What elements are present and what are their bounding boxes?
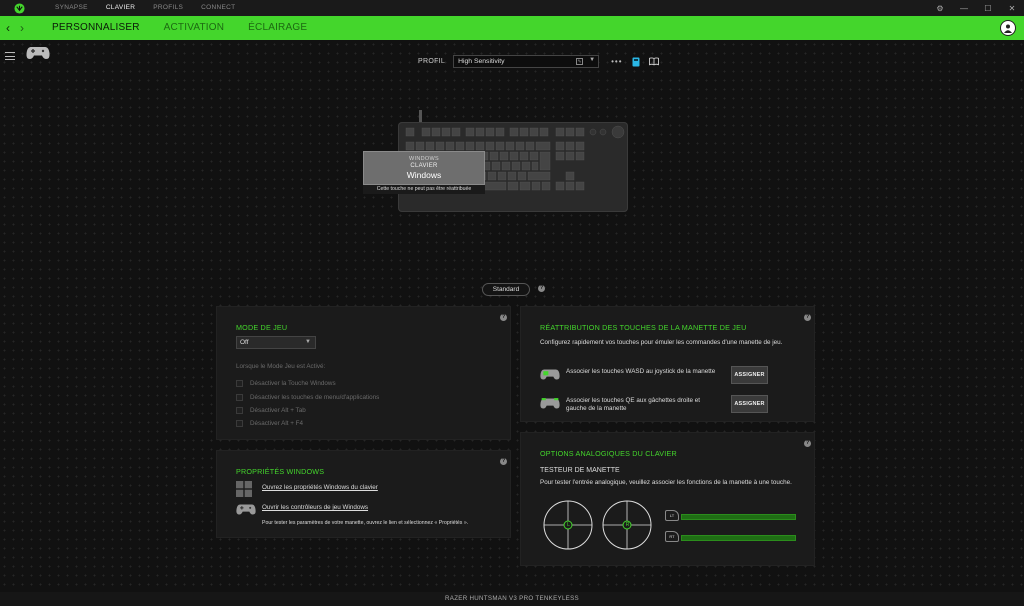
top-nav-profils[interactable]: PROFILS: [144, 0, 192, 16]
minimize-icon[interactable]: —: [952, 0, 976, 16]
help-icon[interactable]: ?: [500, 314, 507, 321]
user-avatar-icon[interactable]: [1000, 20, 1016, 36]
forward-arrow-icon[interactable]: ›: [20, 16, 24, 40]
analog-options-panel: ? OPTIONS ANALOGIQUES DU CLAVIER TESTEUR…: [520, 432, 815, 566]
gamepad-remap-title: RÉATTRIBUTION DES TOUCHES DE LA MANETTE …: [540, 323, 747, 332]
windows-properties-title: PROPRIÉTÉS WINDOWS: [236, 467, 325, 476]
more-icon[interactable]: •••: [611, 57, 622, 66]
windows-properties-panel: ? PROPRIÉTÉS WINDOWS Ouvrez les propriét…: [216, 450, 511, 538]
game-mode-active-label: Lorsque le Mode Jeu est Activé:: [236, 363, 326, 370]
qe-gamepad-icon: [540, 397, 560, 415]
back-arrow-icon[interactable]: ‹: [6, 16, 10, 40]
top-nav-synapse[interactable]: SYNAPSE: [46, 0, 97, 16]
device-name-footer: RAZER HUNTSMAN V3 PRO TENKEYLESS: [0, 592, 1024, 606]
game-mode-panel: ? MODE DE JEU Off ▼ Lorsque le Mode Jeu …: [216, 306, 511, 440]
gamepad-tester-description: Pour tester l'entrée analogique, veuille…: [540, 479, 792, 486]
top-nav-connect[interactable]: CONNECT: [192, 0, 244, 16]
left-stick-label: L: [567, 522, 570, 528]
gamepad-remap-panel: ? RÉATTRIBUTION DES TOUCHES DE LA MANETT…: [520, 306, 815, 422]
right-stick-label: R: [625, 522, 630, 528]
window-controls: ⚙ — ☐ ✕: [928, 0, 1024, 16]
title-bar: SYNAPSE CLAVIER PROFILS CONNECT ⚙ — ☐ ✕: [0, 0, 1024, 16]
analog-options-title: OPTIONS ANALOGIQUES DU CLAVIER: [540, 449, 677, 458]
help-icon[interactable]: ?: [804, 440, 811, 447]
left-trigger-icon: LT: [665, 510, 679, 521]
disable-windows-key-label: Désactiver la Touche Windows: [250, 380, 336, 387]
right-trigger-bar: [681, 535, 796, 541]
top-nav-clavier[interactable]: CLAVIER: [97, 0, 144, 16]
disable-windows-key-checkbox[interactable]: [236, 380, 243, 387]
open-keyboard-properties-link[interactable]: Ouvrez les propriétés Windows du clavier: [262, 484, 378, 492]
tooltip-key-function: Windows: [406, 170, 442, 180]
gamepad-remap-description: Configurez rapidement vos touches pour é…: [540, 339, 783, 346]
help-icon[interactable]: ?: [500, 458, 507, 465]
tooltip-key-name: WINDOWS: [409, 156, 439, 162]
game-controllers-hint: Pour tester les paramètres de votre mane…: [262, 520, 469, 526]
onboard-memory-icon[interactable]: [631, 57, 641, 67]
settings-icon[interactable]: ⚙: [928, 0, 952, 16]
sub-nav: ‹ › PERSONNALISER ACTIVATION ÉCLAIRAGE: [0, 16, 1024, 40]
tooltip-key-category: CLAVIER: [410, 163, 438, 169]
gamepad-icon: [236, 503, 256, 521]
maximize-icon[interactable]: ☐: [976, 0, 1000, 16]
standard-mode-button[interactable]: Standard: [482, 283, 530, 296]
profile-row: PROFIL High Sensitivity ✎ ▼ •••: [418, 55, 659, 68]
gamepad-tester-title: TESTEUR DE MANETTE: [540, 467, 620, 474]
book-icon[interactable]: [648, 57, 659, 67]
top-nav: SYNAPSE CLAVIER PROFILS CONNECT: [46, 0, 244, 16]
help-icon[interactable]: ?: [804, 314, 811, 321]
help-icon[interactable]: ?: [538, 285, 545, 292]
razer-logo-icon[interactable]: [0, 0, 38, 16]
disable-alt-tab-checkbox[interactable]: [236, 407, 243, 414]
game-mode-select[interactable]: Off ▼: [236, 336, 316, 349]
edit-icon[interactable]: ✎: [576, 58, 584, 65]
wasd-joystick-label: Associer les touches WASD au joystick de…: [566, 368, 716, 375]
disable-alt-f4-checkbox[interactable]: [236, 420, 243, 427]
profile-label: PROFIL: [418, 58, 446, 65]
gamepad-icon[interactable]: [26, 46, 50, 65]
disable-menu-keys-checkbox[interactable]: [236, 394, 243, 401]
profile-select-value: High Sensitivity: [458, 58, 505, 65]
menu-icon[interactable]: [5, 52, 15, 63]
qe-triggers-label: Associer les touches QE aux gâchettes dr…: [566, 397, 701, 412]
right-trigger-icon: RT: [665, 531, 679, 542]
disable-menu-keys-label: Désactiver les touches de menu/d'applica…: [250, 394, 380, 401]
tab-personnaliser[interactable]: PERSONNALISER: [52, 16, 140, 40]
windows-logo-icon: [236, 481, 252, 502]
chevron-down-icon: ▼: [589, 57, 596, 63]
chevron-down-icon: ▼: [305, 339, 311, 345]
tooltip-note: Cette touche ne peut pas être réattribué…: [363, 185, 485, 194]
open-game-controllers-link[interactable]: Ouvrir les contrôleurs de jeu Windows: [262, 504, 368, 512]
assign-qe-button[interactable]: ASSIGNER: [731, 395, 768, 413]
disable-alt-f4-label: Désactiver Alt + F4: [250, 420, 304, 427]
assign-wasd-button[interactable]: ASSIGNER: [731, 366, 768, 384]
tab-activation[interactable]: ACTIVATION: [164, 16, 225, 40]
key-tooltip: WINDOWS CLAVIER Windows: [363, 151, 485, 185]
close-icon[interactable]: ✕: [1000, 0, 1024, 16]
game-mode-title: MODE DE JEU: [236, 323, 288, 332]
game-mode-select-value: Off: [240, 339, 249, 346]
left-trigger-bar: [681, 514, 796, 520]
wasd-gamepad-icon: [540, 368, 560, 386]
disable-alt-tab-label: Désactiver Alt + Tab: [250, 407, 306, 414]
profile-select[interactable]: High Sensitivity ✎ ▼: [453, 55, 600, 68]
tab-eclairage[interactable]: ÉCLAIRAGE: [248, 16, 307, 40]
